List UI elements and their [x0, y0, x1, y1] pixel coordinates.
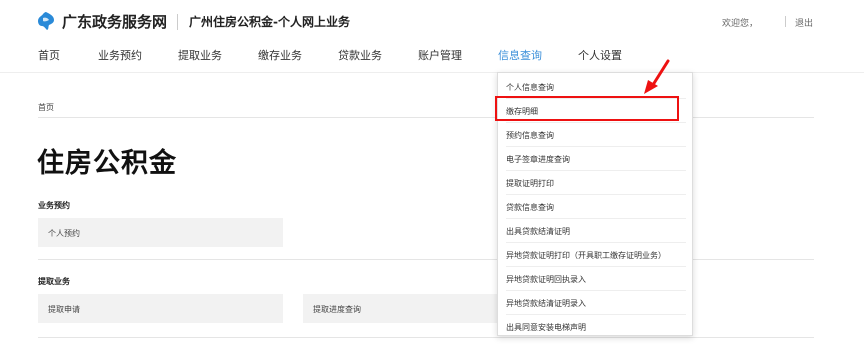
- withdrawal-apply-button[interactable]: 提取申请: [38, 294, 283, 323]
- section-divider: [38, 259, 814, 260]
- welcome-text: 欢迎您，: [722, 19, 759, 29]
- nav-home[interactable]: 首页: [38, 47, 60, 63]
- nav-deposit[interactable]: 缴存业务: [258, 47, 302, 63]
- guangdong-logo-icon: [38, 12, 54, 30]
- withdrawal-progress-button[interactable]: 提取进度查询: [303, 294, 497, 323]
- dropdown-item-esign-progress[interactable]: 电子签章进度查询: [506, 147, 686, 171]
- highlight-box: [495, 96, 679, 121]
- nav-settings[interactable]: 个人设置: [578, 47, 622, 63]
- red-arrow-annotation-icon: [644, 59, 670, 94]
- nav-withdrawal[interactable]: 提取业务: [178, 47, 222, 63]
- page-title: 住房公积金: [37, 148, 177, 179]
- user-divider: [785, 16, 786, 27]
- dropdown-item-offsite-loan-receipt[interactable]: 异地贷款证明回执录入: [506, 267, 686, 291]
- dropdown-item-offsite-loan-settlement[interactable]: 异地贷款结清证明录入: [506, 291, 686, 315]
- section-label-withdrawal: 提取业务: [38, 277, 70, 286]
- breadcrumb[interactable]: 首页: [38, 102, 54, 113]
- nav-appointment[interactable]: 业务预约: [98, 47, 142, 63]
- dropdown-item-withdrawal-cert[interactable]: 提取证明打印: [506, 171, 686, 195]
- header-divider: [177, 14, 178, 30]
- nav-account[interactable]: 账户管理: [418, 47, 462, 63]
- dropdown-item-loan-info[interactable]: 贷款信息查询: [506, 195, 686, 219]
- dropdown-item-loan-settlement-cert[interactable]: 出具贷款结清证明: [506, 219, 686, 243]
- nav-divider: [0, 72, 864, 73]
- nav-loan[interactable]: 贷款业务: [338, 47, 382, 63]
- dropdown-item-offsite-loan-cert-print[interactable]: 异地贷款证明打印（开具职工缴存证明业务）: [506, 243, 686, 267]
- section-label-appointment: 业务预约: [38, 201, 70, 210]
- breadcrumb-divider: [38, 117, 814, 118]
- logout-link[interactable]: 退出: [795, 16, 813, 29]
- nav-info-query[interactable]: 信息查询: [498, 47, 542, 63]
- header: 广东政务服务网 广州住房公积金-个人网上业务 欢迎您， 退出: [0, 0, 864, 44]
- sub-title: 广州住房公积金-个人网上业务: [189, 15, 350, 29]
- section-divider: [38, 337, 814, 338]
- dropdown-item-elevator-statement[interactable]: 出具同意安装电梯声明: [506, 315, 686, 339]
- dropdown-item-appointment-info[interactable]: 预约信息查询: [506, 123, 686, 147]
- site-name: 广东政务服务网: [62, 13, 168, 31]
- personal-appointment-button[interactable]: 个人预约: [38, 218, 283, 247]
